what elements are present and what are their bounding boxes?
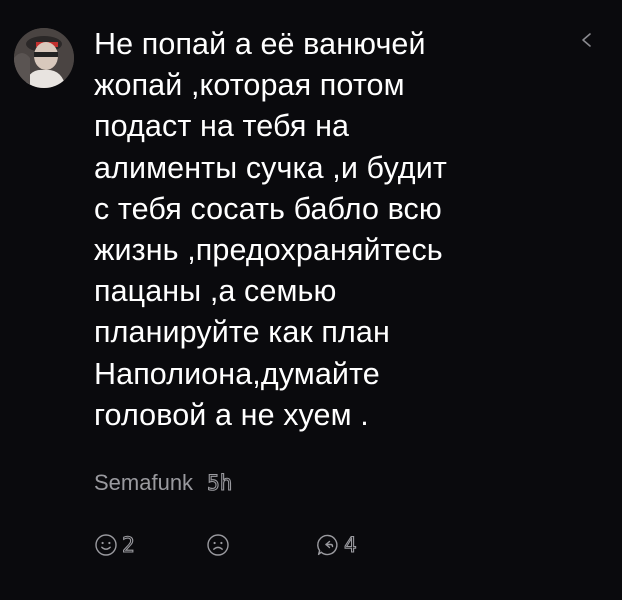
- smiley-icon: [95, 534, 117, 556]
- smiley-icon: [207, 534, 229, 556]
- avatar[interactable]: [14, 28, 74, 88]
- like-button[interactable]: 2: [94, 532, 135, 558]
- reply-button[interactable]: 4: [316, 532, 357, 558]
- comment-meta: Semafunk 5h: [94, 470, 233, 496]
- reaction-bar: 2 4: [94, 532, 394, 558]
- comment-time: 5h: [207, 470, 233, 495]
- reply-bubble-icon: [317, 534, 338, 556]
- reply-count: 4: [343, 532, 357, 557]
- author-name[interactable]: Semafunk: [94, 470, 193, 496]
- dislike-button[interactable]: [206, 532, 230, 558]
- comment-text: Не попай а её ванючей жопай ,которая пот…: [94, 27, 447, 432]
- like-count: 2: [121, 532, 135, 557]
- avatar-photo: [14, 28, 74, 88]
